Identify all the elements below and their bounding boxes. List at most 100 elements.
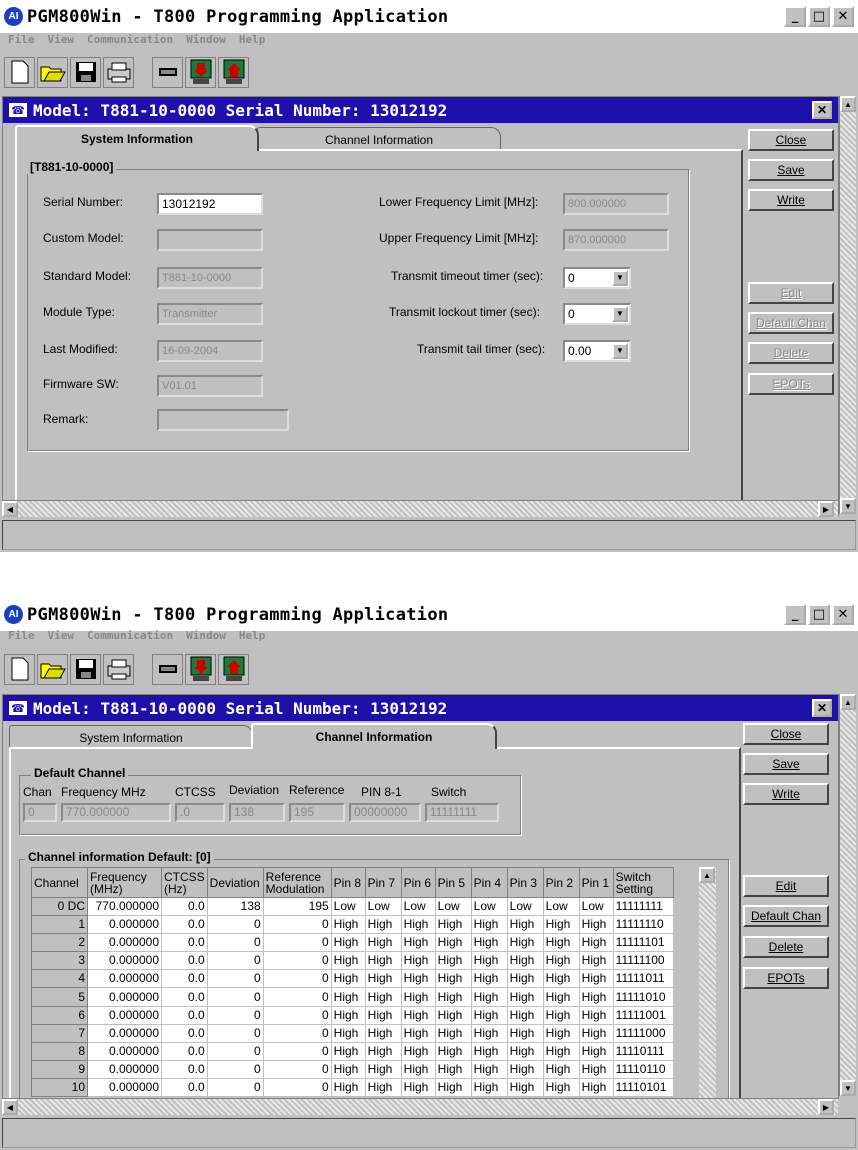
menu-file[interactable]: File — [8, 33, 35, 51]
table-cell[interactable]: High — [434, 1023, 472, 1043]
table-cell[interactable]: High — [400, 951, 436, 971]
table-cell[interactable]: 0 — [206, 969, 264, 989]
table-cell[interactable]: 0 — [206, 987, 264, 1007]
scroll-up-icon[interactable]: ▲ — [699, 867, 715, 883]
table-cell[interactable]: Low — [400, 896, 436, 917]
maximize-button[interactable]: □ — [808, 604, 830, 625]
table-cell[interactable]: 0 — [262, 1023, 332, 1043]
table-row[interactable]: 4 0.000000 0.0 0 0 High High High High High High Hi… — [31, 969, 674, 989]
program-radio-icon[interactable] — [218, 56, 249, 88]
table-cell[interactable]: High — [470, 915, 508, 935]
table-cell[interactable]: High — [364, 1041, 402, 1061]
save-button[interactable]: Save — [743, 753, 829, 775]
close-button[interactable]: ✕ — [832, 604, 854, 625]
column-header[interactable]: Pin 8 — [330, 867, 366, 898]
menu-window[interactable]: Window — [186, 33, 226, 51]
table-cell[interactable]: High — [400, 969, 436, 989]
table-cell[interactable]: High — [330, 915, 366, 935]
close-child-button[interactable]: Close — [748, 129, 834, 151]
table-cell[interactable]: 770.000000 — [87, 896, 162, 917]
table-cell[interactable]: 11111010 — [612, 987, 674, 1007]
table-cell[interactable]: 0 — [262, 987, 332, 1007]
column-header[interactable]: Channel — [31, 867, 88, 898]
table-cell[interactable]: 11111100 — [612, 951, 674, 971]
table-cell[interactable]: 11110101 — [612, 1077, 674, 1098]
column-header[interactable]: Pin 2 — [542, 867, 580, 898]
table-cell[interactable]: 0.000000 — [87, 1041, 162, 1061]
column-header[interactable]: CTCSS (Hz) — [161, 867, 208, 898]
module-chip-icon[interactable] — [152, 653, 183, 685]
table-row[interactable]: 10 0.000000 0.0 0 0 High High High High High High H… — [31, 1077, 674, 1098]
table-cell[interactable]: High — [542, 1077, 580, 1098]
table-cell[interactable]: 0 — [262, 915, 332, 935]
save-disk-icon[interactable] — [70, 56, 101, 88]
row-header-cell[interactable]: 0 DC — [31, 896, 88, 917]
close-child-button[interactable]: Close — [743, 723, 829, 745]
table-cell[interactable]: High — [470, 1023, 508, 1043]
table-cell[interactable]: High — [364, 915, 402, 935]
table-cell[interactable]: 0.000000 — [87, 915, 162, 935]
column-header[interactable]: Pin 1 — [578, 867, 614, 898]
save-disk-icon[interactable] — [70, 653, 101, 685]
table-cell[interactable]: High — [364, 1059, 402, 1079]
menu-view[interactable]: View — [48, 33, 75, 51]
table-cell[interactable]: 0 — [262, 1059, 332, 1079]
table-cell[interactable]: 0 — [206, 1005, 264, 1025]
table-cell[interactable]: High — [330, 933, 366, 953]
column-header[interactable]: Pin 4 — [470, 867, 508, 898]
table-cell[interactable]: 0.000000 — [87, 933, 162, 953]
table-cell[interactable]: 0 — [262, 1077, 332, 1098]
table-cell[interactable]: High — [506, 1041, 544, 1061]
table-row[interactable]: 8 0.000000 0.0 0 0 High High High High High High Hi… — [31, 1041, 674, 1061]
table-cell[interactable]: High — [470, 951, 508, 971]
table-cell[interactable]: 0.000000 — [87, 987, 162, 1007]
chevron-down-icon[interactable]: ▼ — [612, 343, 628, 359]
table-cell[interactable]: High — [364, 987, 402, 1007]
table-cell[interactable]: 0.0 — [161, 1041, 208, 1061]
table-cell[interactable]: 11110111 — [612, 1041, 674, 1061]
row-header-cell[interactable]: 5 — [31, 987, 88, 1007]
table-cell[interactable]: High — [542, 933, 580, 953]
table-cell[interactable]: High — [400, 933, 436, 953]
table-cell[interactable]: 0 — [206, 1041, 264, 1061]
vertical-scrollbar[interactable]: ▲ ▼ — [839, 694, 856, 1096]
printer-icon[interactable] — [103, 56, 134, 88]
remark-field[interactable] — [157, 409, 289, 431]
table-cell[interactable]: High — [506, 969, 544, 989]
scroll-left-icon[interactable]: ◀ — [2, 501, 18, 517]
table-cell[interactable]: 0.0 — [161, 1059, 208, 1079]
maximize-button[interactable]: □ — [808, 6, 830, 27]
table-row[interactable]: 5 0.000000 0.0 0 0 High High High High High High Hi… — [31, 987, 674, 1007]
table-cell[interactable]: High — [506, 951, 544, 971]
table-cell[interactable]: 11111101 — [612, 933, 674, 953]
table-cell[interactable]: High — [542, 1023, 580, 1043]
table-cell[interactable]: High — [506, 1023, 544, 1043]
minimize-button[interactable]: _ — [784, 6, 806, 27]
table-cell[interactable]: 0.0 — [161, 896, 208, 917]
read-radio-icon[interactable] — [185, 653, 216, 685]
write-button[interactable]: Write — [743, 783, 829, 805]
table-cell[interactable]: High — [470, 969, 508, 989]
table-cell[interactable]: High — [434, 1077, 472, 1098]
close-button[interactable]: ✕ — [832, 6, 854, 27]
child-close-button[interactable]: ✕ — [812, 101, 832, 119]
menu-file[interactable]: File — [8, 629, 35, 647]
table-cell[interactable]: High — [400, 1023, 436, 1043]
table-cell[interactable]: 0.0 — [161, 1023, 208, 1043]
transmit-lockout-select[interactable]: 0 ▼ — [563, 303, 631, 325]
table-cell[interactable]: 0.0 — [161, 987, 208, 1007]
chevron-down-icon[interactable]: ▼ — [612, 306, 628, 322]
table-row[interactable]: 3 0.000000 0.0 0 0 High High High High High High Hi… — [31, 951, 674, 971]
table-cell[interactable]: 0 — [262, 1041, 332, 1061]
table-cell[interactable]: 0.000000 — [87, 969, 162, 989]
table-cell[interactable]: High — [578, 1005, 614, 1025]
row-header-cell[interactable]: 10 — [31, 1077, 88, 1098]
menu-view[interactable]: View — [48, 629, 75, 647]
menu-communication[interactable]: Communication — [87, 33, 173, 51]
table-cell[interactable]: High — [506, 1059, 544, 1079]
table-cell[interactable]: High — [330, 987, 366, 1007]
horizontal-scrollbar[interactable]: ◀ ▶ — [2, 500, 838, 517]
table-cell[interactable]: 0 — [206, 1077, 264, 1098]
table-cell[interactable]: 0 — [262, 1005, 332, 1025]
table-cell[interactable]: High — [578, 1023, 614, 1043]
